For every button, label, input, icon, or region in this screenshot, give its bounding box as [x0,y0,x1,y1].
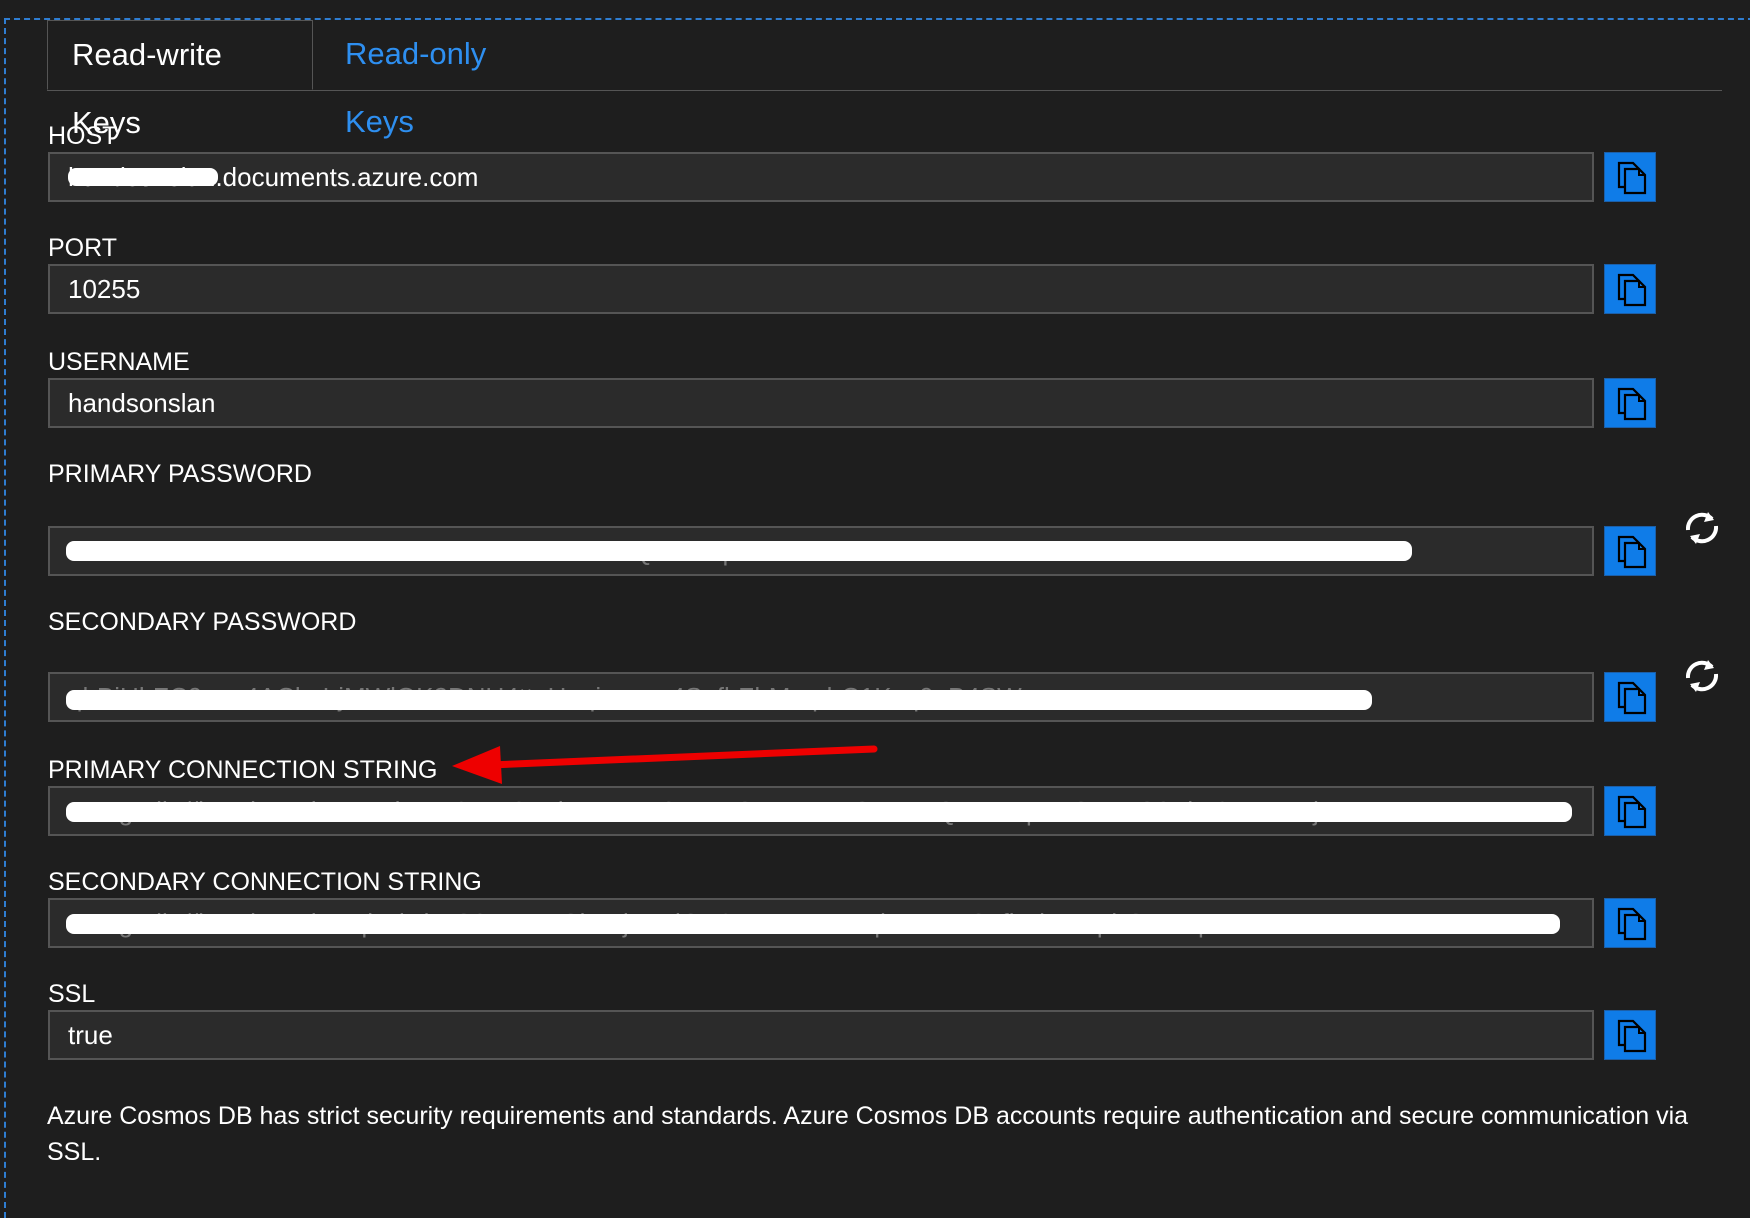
tab-read-write-keys[interactable]: Read-write Keys [47,20,313,140]
host-label: HOST [48,122,118,150]
refresh-icon [1685,512,1719,544]
copy-ssl-button[interactable] [1604,1010,1656,1060]
refresh-icon [1685,660,1719,692]
copy-icon [1617,273,1647,307]
username-field[interactable]: handsonslan [48,378,1594,428]
primary-password-redaction [66,541,1412,561]
username-label: USERNAME [48,348,190,376]
copy-icon [1617,1019,1647,1053]
regenerate-primary-password-button[interactable] [1680,506,1724,550]
port-field[interactable]: 10255 [48,264,1594,314]
copy-secondary-connection-string-button[interactable] [1604,898,1656,948]
primary-connection-string-redaction [66,802,1572,822]
copy-icon [1617,535,1647,569]
secondary-password-redaction [66,690,1372,710]
copy-host-button[interactable] [1604,152,1656,202]
security-info-text: Azure Cosmos DB has strict security requ… [47,1102,1689,1166]
copy-icon [1617,795,1647,829]
host-redaction [68,168,218,186]
copy-icon [1617,161,1647,195]
secondary-connection-string-label: SECONDARY CONNECTION STRING [48,868,482,896]
copy-username-button[interactable] [1604,378,1656,428]
regenerate-secondary-password-button[interactable] [1680,654,1724,698]
port-value: 10255 [68,274,141,304]
copy-icon [1617,387,1647,421]
secondary-password-label: SECONDARY PASSWORD [48,608,357,636]
ssl-field[interactable]: true [48,1010,1594,1060]
copy-secondary-password-button[interactable] [1604,672,1656,722]
ssl-label: SSL [48,980,96,1008]
annotation-arrow [452,745,878,784]
copy-primary-password-button[interactable] [1604,526,1656,576]
secondary-connection-string-redaction [66,914,1560,934]
copy-icon [1617,681,1647,715]
primary-connection-string-label: PRIMARY CONNECTION STRING [48,756,438,784]
copy-icon [1617,907,1647,941]
keys-tabs: Read-write Keys Read-only Keys [47,20,1722,140]
copy-primary-connection-string-button[interactable] [1604,786,1656,836]
ssl-value: true [68,1020,113,1050]
tab-read-only-keys[interactable]: Read-only Keys [321,20,561,139]
copy-port-button[interactable] [1604,264,1656,314]
username-value: handsonslan [68,388,216,418]
host-field[interactable]: handsonslan.documents.azure.com [48,152,1594,202]
port-label: PORT [48,234,117,262]
primary-password-label: PRIMARY PASSWORD [48,460,312,488]
